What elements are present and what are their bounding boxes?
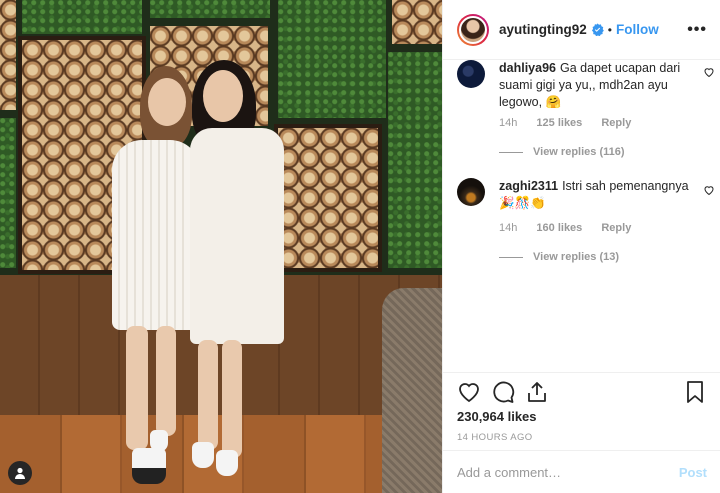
like-heart-icon[interactable] (457, 380, 481, 404)
share-icon[interactable] (525, 380, 549, 404)
comment-likes[interactable]: 125 likes (536, 117, 582, 129)
more-options-icon[interactable]: ••• (687, 21, 707, 39)
comment-input[interactable] (457, 464, 679, 480)
comment-username[interactable]: dahliya96 (499, 61, 556, 75)
comment-meta: 14h 160 likes Reply (499, 222, 647, 234)
post-username[interactable]: ayutingting92 (499, 22, 587, 37)
avatar[interactable] (457, 178, 485, 206)
avatar[interactable] (457, 60, 485, 88)
bookmark-icon[interactable] (683, 380, 707, 404)
log-wall-panel (392, 0, 442, 44)
like-comment-icon[interactable] (703, 66, 715, 78)
post-actions: 230,964 likes 14 HOURS AGO (443, 372, 720, 450)
comment-item: dahliya96 Ga dapet ucapan dari suami gigi… (457, 60, 714, 160)
separator-dot: • (607, 22, 612, 37)
replies-divider (499, 151, 523, 153)
post-photo[interactable] (0, 0, 442, 493)
comment-body: zaghi2311 Istri sah pemenangnya 🎉🎊👏 (499, 178, 689, 212)
wood-frame (274, 124, 382, 272)
hedge-panel (388, 52, 442, 268)
comment-time: 14h (499, 117, 518, 129)
follow-button[interactable]: Follow (616, 22, 659, 37)
view-replies-label: View replies (116) (533, 146, 625, 158)
reply-button[interactable]: Reply (601, 117, 631, 129)
comment-bubble-icon[interactable] (491, 380, 515, 404)
hedge-panel (278, 0, 386, 118)
post-timestamp[interactable]: 14 HOURS AGO (457, 432, 707, 443)
verified-badge-icon (591, 23, 604, 36)
action-bar (457, 373, 707, 411)
hedge-panel (0, 118, 16, 268)
chair (382, 288, 442, 493)
comment-item: zaghi2311 Istri sah pemenangnya 🎉🎊👏 14h 1… (457, 178, 714, 278)
like-comment-icon[interactable] (703, 184, 715, 196)
post-side-panel: ayutingting92 • Follow ••• dahliya96 Ga d… (442, 0, 720, 493)
avatar[interactable] (457, 13, 489, 46)
comment-time: 14h (499, 222, 518, 234)
log-wall-panel (0, 0, 16, 110)
view-replies-button[interactable]: View replies (116) (499, 146, 625, 158)
view-replies-button[interactable]: View replies (13) (499, 251, 619, 263)
comment-meta: 14h 125 likes Reply (499, 117, 647, 129)
post-header: ayutingting92 • Follow ••• (443, 0, 720, 60)
likes-count[interactable]: 230,964 likes (457, 409, 707, 424)
hedge-panel (150, 0, 270, 18)
comments-list[interactable]: dahliya96 Ga dapet ucapan dari suami gigi… (443, 60, 720, 371)
hedge-panel (22, 0, 142, 34)
post-button[interactable]: Post (679, 465, 707, 480)
view-replies-label: View replies (13) (533, 251, 620, 263)
comment-composer: Post (443, 450, 720, 493)
tagged-user-icon[interactable] (8, 461, 32, 485)
reply-button[interactable]: Reply (601, 222, 631, 234)
replies-divider (499, 256, 523, 258)
comment-body: dahliya96 Ga dapet ucapan dari suami gigi… (499, 60, 689, 111)
comment-username[interactable]: zaghi2311 (499, 179, 558, 193)
comment-likes[interactable]: 160 likes (536, 222, 582, 234)
